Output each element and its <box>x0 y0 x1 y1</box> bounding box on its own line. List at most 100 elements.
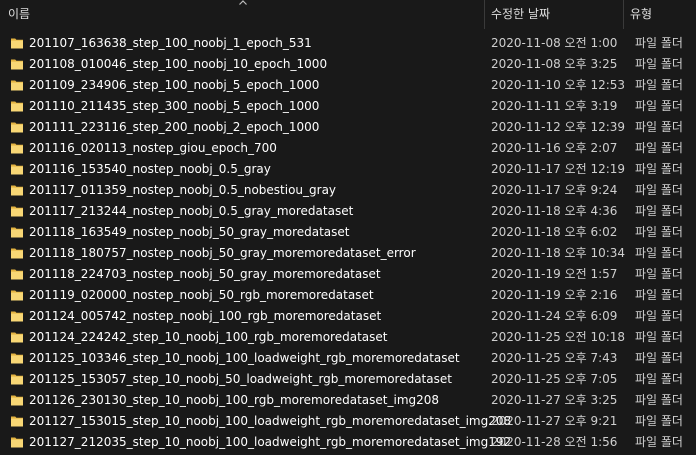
folder-icon <box>11 101 23 112</box>
file-type: 파일 폴더 <box>635 36 683 50</box>
list-item[interactable]: 201118_163549_nostep_noobj_50_gray_mored… <box>0 222 696 243</box>
file-name: 201125_103346_step_10_noobj_100_loadweig… <box>29 351 460 365</box>
file-type: 파일 폴더 <box>635 267 683 281</box>
list-item[interactable]: 201117_011359_nostep_noobj_0.5_nobestiou… <box>0 180 696 201</box>
date-modified: 2020-11-08 오전 1:00 <box>491 36 618 50</box>
file-type: 파일 폴더 <box>635 372 683 386</box>
file-type: 파일 폴더 <box>635 204 683 218</box>
folder-icon <box>11 269 23 280</box>
date-modified: 2020-11-19 오전 1:57 <box>491 267 618 281</box>
file-name: 201118_180757_nostep_noobj_50_gray_morem… <box>29 246 416 260</box>
file-name: 201127_212035_step_10_noobj_100_loadweig… <box>29 435 512 449</box>
folder-icon <box>11 80 23 91</box>
list-item[interactable]: 201116_020113_nostep_giou_epoch_700 2020-… <box>0 138 696 159</box>
list-item[interactable]: 201107_163638_step_100_noobj_1_epoch_531… <box>0 33 696 54</box>
file-type: 파일 폴더 <box>635 120 683 134</box>
file-type: 파일 폴더 <box>635 351 683 365</box>
folder-icon <box>11 227 23 238</box>
file-type: 파일 폴더 <box>635 435 683 449</box>
file-name: 201124_224242_step_10_noobj_100_rgb_more… <box>29 330 388 344</box>
folder-icon <box>11 206 23 217</box>
folder-icon <box>11 38 23 49</box>
file-name: 201111_223116_step_200_noobj_2_epoch_100… <box>29 120 320 134</box>
file-name: 201110_211435_step_300_noobj_5_epoch_100… <box>29 99 320 113</box>
folder-icon <box>11 437 23 448</box>
file-type: 파일 폴더 <box>635 246 683 260</box>
list-item[interactable]: 201109_234906_step_100_noobj_5_epoch_100… <box>0 75 696 96</box>
list-item[interactable]: 201127_153015_step_10_noobj_100_loadweig… <box>0 411 696 432</box>
list-item[interactable]: 201127_212035_step_10_noobj_100_loadweig… <box>0 432 696 453</box>
file-type: 파일 폴더 <box>635 162 683 176</box>
list-item[interactable]: 201125_103346_step_10_noobj_100_loadweig… <box>0 348 696 369</box>
date-modified: 2020-11-25 오후 7:05 <box>491 372 618 386</box>
file-type: 파일 폴더 <box>635 393 683 407</box>
file-type: 파일 폴더 <box>635 414 683 428</box>
column-header-name-label: 이름 <box>8 7 31 21</box>
date-modified: 2020-11-25 오전 10:18 <box>491 330 626 344</box>
file-type: 파일 폴더 <box>635 225 683 239</box>
list-item[interactable]: 201111_223116_step_200_noobj_2_epoch_100… <box>0 117 696 138</box>
folder-icon <box>11 143 23 154</box>
date-modified: 2020-11-27 오후 3:25 <box>491 393 618 407</box>
list-item[interactable]: 201124_224242_step_10_noobj_100_rgb_more… <box>0 327 696 348</box>
file-type: 파일 폴더 <box>635 309 683 323</box>
file-name: 201109_234906_step_100_noobj_5_epoch_100… <box>29 78 320 92</box>
date-modified: 2020-11-16 오후 2:07 <box>491 141 618 155</box>
file-type: 파일 폴더 <box>635 330 683 344</box>
date-modified: 2020-11-17 오후 9:24 <box>491 183 618 197</box>
date-modified: 2020-11-18 오후 4:36 <box>491 204 618 218</box>
file-name: 201108_010046_step_100_noobj_10_epoch_10… <box>29 57 328 71</box>
list-item[interactable]: 201118_224703_nostep_noobj_50_gray_morem… <box>0 264 696 285</box>
file-name: 201116_020113_nostep_giou_epoch_700 <box>29 141 277 155</box>
folder-icon <box>11 122 23 133</box>
folder-icon <box>11 59 23 70</box>
folder-icon <box>11 290 23 301</box>
date-modified: 2020-11-25 오후 7:43 <box>491 351 618 365</box>
file-name: 201117_011359_nostep_noobj_0.5_nobestiou… <box>29 183 337 197</box>
column-header-date-modified[interactable]: 수정한 날짜 <box>485 0 623 29</box>
folder-icon <box>11 248 23 259</box>
list-item[interactable]: 201126_230130_step_10_noobj_100_rgb_more… <box>0 390 696 411</box>
file-name: 201125_153057_step_10_noobj_50_loadweigh… <box>29 372 452 386</box>
date-modified: 2020-11-17 오전 12:19 <box>491 162 626 176</box>
list-item[interactable]: 201119_020000_nostep_noobj_50_rgb_moremo… <box>0 285 696 306</box>
folder-icon <box>11 185 23 196</box>
file-type: 파일 폴더 <box>635 57 683 71</box>
file-name: 201117_213244_nostep_noobj_0.5_gray_more… <box>29 204 354 218</box>
sort-up-arrow-icon <box>239 0 247 5</box>
list-item[interactable]: 201125_153057_step_10_noobj_50_loadweigh… <box>0 369 696 390</box>
file-explorer-list-view: 이름 수정한 날짜 유형 201107_163638_step_100_noob… <box>0 0 696 455</box>
folder-icon <box>11 353 23 364</box>
file-name: 201127_153015_step_10_noobj_100_loadweig… <box>29 414 512 428</box>
list-item[interactable]: 201116_153540_nostep_noobj_0.5_gray 2020-… <box>0 159 696 180</box>
date-modified: 2020-11-10 오후 12:53 <box>491 78 626 92</box>
list-item[interactable]: 201117_213244_nostep_noobj_0.5_gray_more… <box>0 201 696 222</box>
date-modified: 2020-11-27 오후 9:21 <box>491 414 618 428</box>
date-modified: 2020-11-08 오후 3:25 <box>491 57 618 71</box>
list-item[interactable]: 201108_010046_step_100_noobj_10_epoch_10… <box>0 54 696 75</box>
file-type: 파일 폴더 <box>635 288 683 302</box>
list-item[interactable]: 201118_180757_nostep_noobj_50_gray_morem… <box>0 243 696 264</box>
folder-icon <box>11 332 23 343</box>
column-header-type[interactable]: 유형 <box>624 0 696 29</box>
file-type: 파일 폴더 <box>635 141 683 155</box>
date-modified: 2020-11-28 오전 1:56 <box>491 435 618 449</box>
list-item[interactable]: 201124_005742_nostep_noobj_100_rgb_morem… <box>0 306 696 327</box>
list-item[interactable]: 201110_211435_step_300_noobj_5_epoch_100… <box>0 96 696 117</box>
folder-icon <box>11 374 23 385</box>
file-name: 201107_163638_step_100_noobj_1_epoch_531 <box>29 36 312 50</box>
file-type: 파일 폴더 <box>635 183 683 197</box>
file-name: 201126_230130_step_10_noobj_100_rgb_more… <box>29 393 440 407</box>
file-name: 201116_153540_nostep_noobj_0.5_gray <box>29 162 271 176</box>
folder-icon <box>11 311 23 322</box>
date-modified: 2020-11-18 오후 10:34 <box>491 246 626 260</box>
file-list: 201107_163638_step_100_noobj_1_epoch_531… <box>0 33 696 453</box>
file-type: 파일 폴더 <box>635 99 683 113</box>
column-header-bar: 이름 수정한 날짜 유형 <box>0 0 696 29</box>
file-name: 201119_020000_nostep_noobj_50_rgb_moremo… <box>29 288 374 302</box>
column-header-date-label: 수정한 날짜 <box>491 7 551 21</box>
file-name: 201118_224703_nostep_noobj_50_gray_morem… <box>29 267 381 281</box>
date-modified: 2020-11-12 오후 12:39 <box>491 120 626 134</box>
file-name: 201118_163549_nostep_noobj_50_gray_mored… <box>29 225 350 239</box>
folder-icon <box>11 416 23 427</box>
